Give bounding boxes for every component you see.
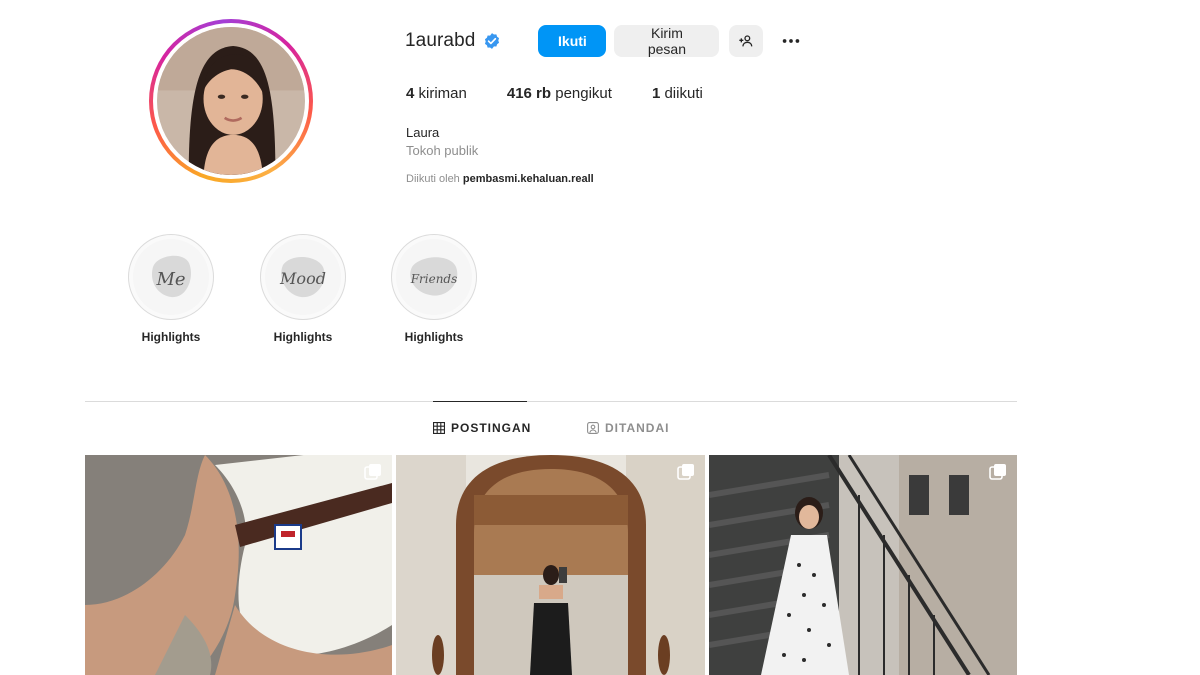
highlight-label: Highlights [404,330,464,344]
highlight-cover-text: Mood [279,269,326,288]
avatar-border [153,23,309,179]
more-options-button[interactable] [774,25,808,57]
username: 1aurabd [405,30,476,51]
profile-stats: 4 kiriman 416 rb pengikut 1 diikuti [406,85,743,102]
profile-header: 1aurabd Ikuti Kirim pesan [405,24,808,58]
highlight-mood[interactable]: Mood Highlights [260,234,346,344]
highlight-cover-image: Mood [265,239,341,315]
carousel-icon [677,464,694,480]
highlight-cover-text: Friends [410,272,458,286]
verified-badge-icon [483,32,501,50]
posts-stat: 4 kiriman [406,85,467,102]
avatar-image [157,27,305,175]
highlight-cover-image: Me [133,239,209,315]
post-thumbnail-3[interactable] [709,455,1017,675]
post-thumbnail-2[interactable] [396,455,705,675]
avatar-photo [157,27,305,175]
following-count: 1 [651,85,661,102]
send-message-button[interactable]: Kirim pesan [614,25,720,57]
followers-stat[interactable]: 416 rb pengikut [507,85,612,102]
tab-posts[interactable]: POSTINGAN [433,421,531,435]
highlight-friends[interactable]: Friends Highlights [391,234,477,344]
followers-label: pengikut [555,85,612,102]
highlight-cover-image: Friends [396,239,472,315]
tabs-divider [85,401,1017,402]
post-image [709,455,1017,675]
more-dots-icon [783,39,800,43]
highlight-me[interactable]: Me Highlights [128,234,214,344]
following-stat[interactable]: 1 diikuti [652,85,703,102]
add-person-icon [739,35,753,47]
followed-by: Diikuti oleh pembasmi.kehaluan.reall [406,173,594,185]
highlight-cover: Me [128,234,214,320]
tab-tagged[interactable]: DITANDAI [587,421,669,435]
carousel-icon [364,464,381,480]
posts-label: kiriman [418,85,467,102]
active-tab-indicator [433,401,527,402]
posts-count: 4 [406,85,415,102]
post-thumbnail-1[interactable] [85,455,392,675]
tagged-icon [587,422,599,434]
followed-by-user-link[interactable]: pembasmi.kehaluan.reall [463,173,594,185]
tab-posts-label: POSTINGAN [451,421,532,435]
profile-avatar[interactable] [149,19,313,183]
post-image [85,455,392,675]
highlight-label: Highlights [273,330,333,344]
highlight-label: Highlights [141,330,201,344]
grid-icon [433,422,445,434]
carousel-icon [989,464,1006,480]
full-name: Laura [406,125,440,140]
highlight-cover-text: Me [155,269,185,290]
suggested-users-button[interactable] [729,25,764,57]
tab-tagged-label: DITANDAI [605,421,670,435]
following-label: diikuti [664,85,703,102]
category-label: Tokoh publik [406,143,479,158]
followed-by-prefix: Diikuti oleh [406,173,460,185]
follow-button[interactable]: Ikuti [538,25,607,57]
post-image [396,455,705,675]
followers-count: 416 rb [506,85,552,102]
highlight-cover: Mood [260,234,346,320]
highlight-cover: Friends [391,234,477,320]
